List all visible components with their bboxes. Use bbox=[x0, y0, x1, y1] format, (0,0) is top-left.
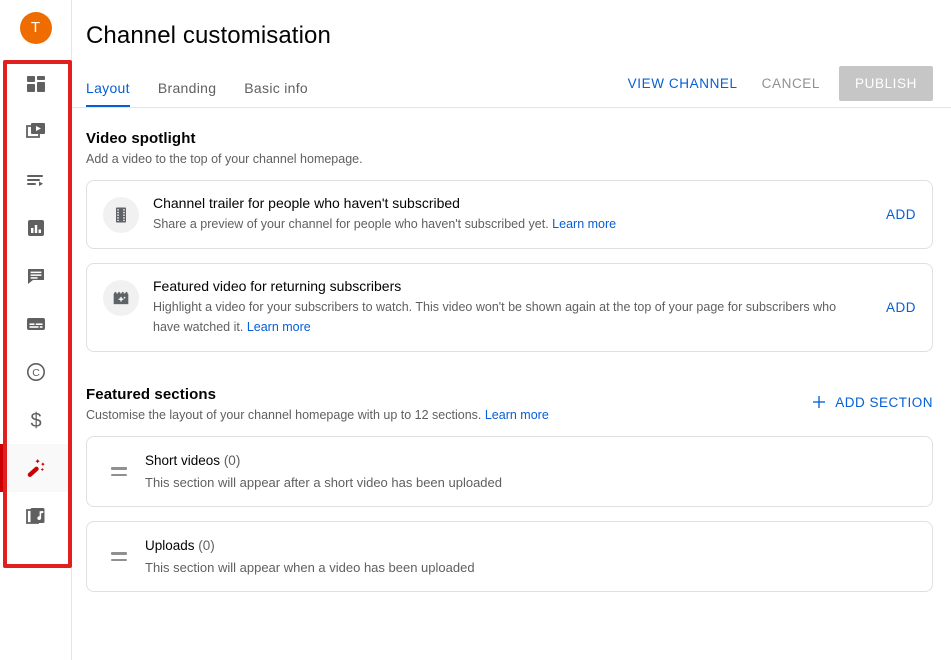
content-area: Video spotlight Add a video to the top o… bbox=[72, 108, 951, 592]
featured-section-row-uploads[interactable]: Uploads (0) This section will appear whe… bbox=[86, 521, 933, 592]
svg-text:C: C bbox=[32, 367, 40, 379]
dollar-icon: $ bbox=[24, 408, 48, 432]
channel-trailer-learn-more[interactable]: Learn more bbox=[552, 217, 616, 231]
view-channel-button[interactable]: VIEW CHANNEL bbox=[618, 67, 748, 100]
publish-button[interactable]: PUBLISH bbox=[839, 66, 933, 101]
featured-sections-header: Featured sections Customise the layout o… bbox=[86, 386, 933, 422]
featured-video-add-button[interactable]: ADD bbox=[880, 300, 916, 315]
header-actions: VIEW CHANNEL CANCEL PUBLISH bbox=[618, 66, 933, 101]
channel-trailer-card: Channel trailer for people who haven't s… bbox=[86, 180, 933, 249]
featured-sections-learn-more[interactable]: Learn more bbox=[485, 408, 549, 422]
short-videos-count: (0) bbox=[224, 453, 241, 468]
avatar[interactable]: T bbox=[20, 12, 52, 44]
cancel-button[interactable]: CANCEL bbox=[752, 67, 830, 100]
video-spotlight-header: Video spotlight Add a video to the top o… bbox=[86, 130, 933, 166]
tab-layout[interactable]: Layout bbox=[86, 80, 144, 107]
tab-bar: Layout Branding Basic info VIEW CHANNEL … bbox=[72, 64, 951, 108]
short-videos-title: Short videos bbox=[145, 453, 220, 468]
subtitles-icon bbox=[24, 312, 48, 336]
featured-video-learn-more[interactable]: Learn more bbox=[247, 320, 311, 334]
music-note-icon bbox=[24, 504, 48, 528]
tab-branding[interactable]: Branding bbox=[144, 80, 230, 107]
channel-trailer-title: Channel trailer for people who haven't s… bbox=[153, 195, 858, 211]
main-content: Channel customisation Layout Branding Ba… bbox=[72, 0, 951, 660]
uploads-title-line: Uploads (0) bbox=[145, 538, 916, 553]
film-strip-icon bbox=[103, 197, 139, 233]
uploads-count: (0) bbox=[198, 538, 215, 553]
uploads-title: Uploads bbox=[145, 538, 195, 553]
tabs: Layout Branding Basic info bbox=[86, 63, 322, 107]
dashboard-icon bbox=[24, 72, 48, 96]
featured-section-row-short-videos[interactable]: Short videos (0) This section will appea… bbox=[86, 436, 933, 507]
sidebar-item-comments[interactable] bbox=[0, 252, 72, 300]
drag-handle-icon[interactable] bbox=[103, 552, 127, 561]
app-root: T bbox=[0, 0, 951, 660]
svg-text:$: $ bbox=[30, 410, 41, 432]
page-title: Channel customisation bbox=[72, 0, 951, 50]
featured-video-card: Featured video for returning subscribers… bbox=[86, 263, 933, 352]
video-spotlight-subtitle: Add a video to the top of your channel h… bbox=[86, 152, 933, 166]
drag-handle-icon[interactable] bbox=[103, 467, 127, 476]
featured-video-desc: Highlight a video for your subscribers t… bbox=[153, 298, 858, 337]
plus-icon bbox=[811, 394, 827, 410]
featured-sections-title: Featured sections bbox=[86, 386, 933, 403]
sidebar-nav: C $ bbox=[0, 60, 71, 540]
uploads-body: Uploads (0) This section will appear whe… bbox=[145, 538, 916, 575]
comment-icon bbox=[24, 264, 48, 288]
sidebar-item-subtitles[interactable] bbox=[0, 300, 72, 348]
featured-video-title: Featured video for returning subscribers bbox=[153, 278, 858, 294]
short-videos-body: Short videos (0) This section will appea… bbox=[145, 453, 916, 490]
clapperboard-sparkle-icon bbox=[103, 280, 139, 316]
channel-trailer-desc-text: Share a preview of your channel for peop… bbox=[153, 217, 549, 231]
copyright-icon: C bbox=[24, 360, 48, 384]
add-section-button[interactable]: ADD SECTION bbox=[811, 394, 933, 410]
uploads-desc: This section will appear when a video ha… bbox=[145, 560, 916, 575]
short-videos-desc: This section will appear after a short v… bbox=[145, 475, 916, 490]
sidebar: T bbox=[0, 0, 72, 660]
avatar-container: T bbox=[0, 0, 71, 56]
playlist-icon bbox=[24, 168, 48, 192]
channel-trailer-desc: Share a preview of your channel for peop… bbox=[153, 215, 858, 234]
channel-trailer-body: Channel trailer for people who haven't s… bbox=[153, 195, 866, 234]
sidebar-item-analytics[interactable] bbox=[0, 204, 72, 252]
add-section-label: ADD SECTION bbox=[835, 395, 933, 410]
video-spotlight-title: Video spotlight bbox=[86, 130, 933, 147]
short-videos-title-line: Short videos (0) bbox=[145, 453, 916, 468]
sidebar-item-playlists[interactable] bbox=[0, 156, 72, 204]
tab-basic-info[interactable]: Basic info bbox=[230, 80, 322, 107]
sidebar-item-earn[interactable]: $ bbox=[0, 396, 72, 444]
sidebar-item-customisation[interactable] bbox=[0, 444, 72, 492]
featured-sections-subtitle: Customise the layout of your channel hom… bbox=[86, 408, 933, 422]
channel-trailer-add-button[interactable]: ADD bbox=[880, 207, 916, 222]
sidebar-item-audio-library[interactable] bbox=[0, 492, 72, 540]
featured-video-body: Featured video for returning subscribers… bbox=[153, 278, 866, 337]
analytics-icon bbox=[24, 216, 48, 240]
sidebar-item-dashboard[interactable] bbox=[0, 60, 72, 108]
sidebar-item-copyright[interactable]: C bbox=[0, 348, 72, 396]
featured-sections-subtitle-text: Customise the layout of your channel hom… bbox=[86, 408, 481, 422]
magic-wand-icon bbox=[24, 456, 48, 480]
sidebar-item-content[interactable] bbox=[0, 108, 72, 156]
video-icon bbox=[24, 120, 48, 144]
